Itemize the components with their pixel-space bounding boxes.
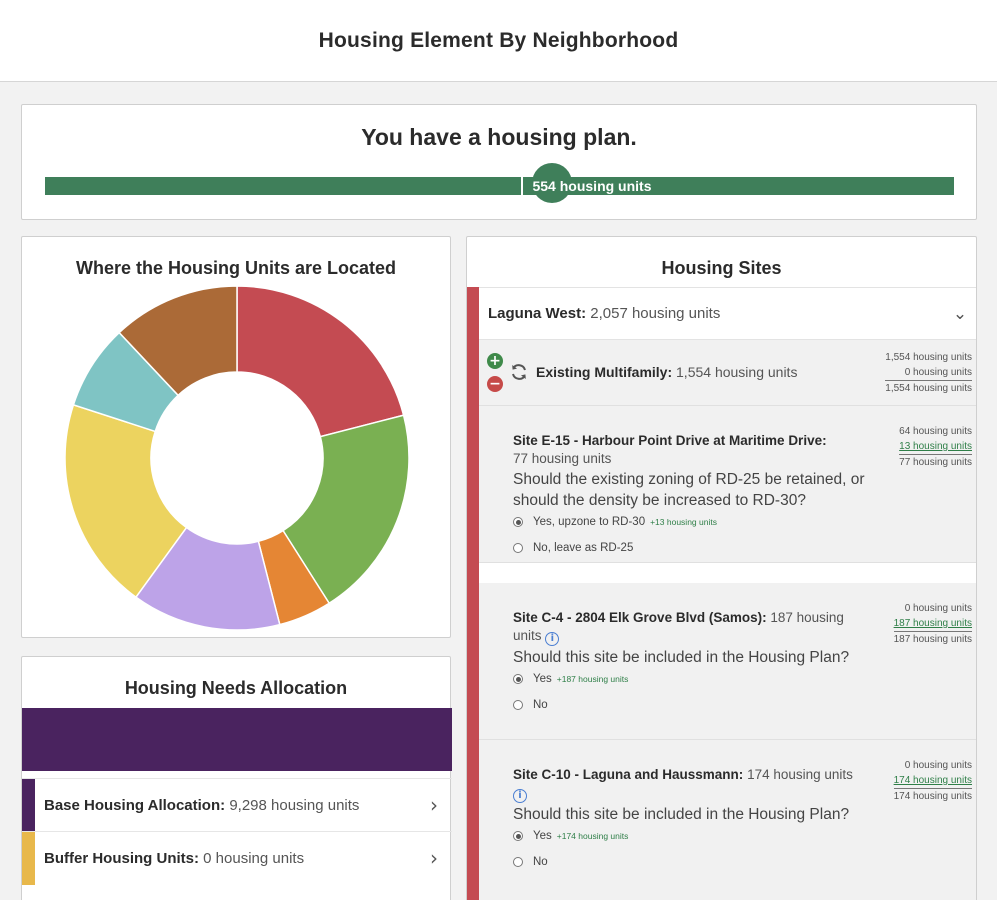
site-card-e15: 64 housing units 13 housing units 77 hou… (479, 406, 976, 563)
buffer-units-label: Buffer Housing Units: (44, 849, 199, 867)
housing-needs-title: Housing Needs Allocation (124, 678, 348, 698)
site-units: 174 housing units (747, 767, 853, 782)
radio-option-no[interactable]: No (513, 856, 548, 868)
buffer-units-swatch (22, 831, 35, 885)
radio-button[interactable] (513, 543, 523, 553)
option-delta: +13 housing units (650, 517, 717, 527)
info-icon[interactable]: i (545, 632, 560, 646)
site-tally: 0 housing units 187 housing units 187 ho… (893, 601, 972, 647)
housing-plan-summary: You have a housing plan. 554 housing uni… (21, 104, 977, 220)
option-label: No (533, 856, 548, 868)
option-label: No, leave as RD-25 (533, 542, 634, 554)
site-question: Should this site be included in the Hous… (513, 649, 850, 666)
housing-needs-bar (22, 708, 452, 771)
tally-existing: 0 housing units (904, 603, 972, 614)
site-name: Site E-15 - Harbour Point Drive at Marit… (513, 433, 827, 448)
tally-existing: 1,554 housing units (885, 352, 972, 363)
base-allocation-value: 9,298 housing units (229, 796, 360, 814)
tally-added[interactable]: 174 housing units (893, 773, 972, 789)
site-question: Should this site be included in the Hous… (513, 806, 850, 823)
site-name: Site C-4 - 2804 Elk Grove Blvd (Samos): (513, 610, 767, 625)
option-delta: +187 housing units (556, 674, 629, 684)
tally-existing: 64 housing units (899, 426, 972, 437)
option-label: No (533, 699, 548, 711)
buffer-units-value: 0 housing units (203, 849, 305, 867)
radio-button[interactable] (513, 700, 523, 710)
tally-total: 174 housing units (893, 791, 972, 802)
radio-option-yes[interactable]: Yes, upzone to RD-30 +13 housing units (513, 516, 717, 528)
radio-option-no[interactable]: No (513, 699, 548, 711)
chevron-right-icon[interactable]: › (424, 793, 444, 817)
housing-sites-card: Housing Sites Laguna West: 2,057 housing… (466, 236, 977, 900)
info-icon[interactable]: i (513, 789, 527, 803)
neighborhood-units: 2,057 housing units (590, 305, 721, 322)
tally-total: 187 housing units (893, 634, 972, 645)
tally-added: 0 housing units (885, 365, 972, 381)
housing-needs-card: Housing Needs Allocation Base Housing Al… (21, 656, 452, 900)
site-card-c4: 0 housing units 187 housing units 187 ho… (479, 583, 976, 740)
radio-button[interactable] (513, 857, 523, 867)
existing-tally: 1,554 housing units 0 housing units 1,55… (885, 350, 972, 396)
site-tally: 64 housing units 13 housing units 77 hou… (899, 424, 972, 470)
option-delta: +174 housing units (556, 831, 629, 841)
tally-added[interactable]: 13 housing units (899, 439, 972, 455)
refresh-icon[interactable] (509, 362, 529, 382)
app-header: Housing Element By Neighborhood (0, 0, 997, 82)
radio-option-no[interactable]: No, leave as RD-25 (513, 542, 633, 554)
neighborhood-row-laguna-west[interactable]: Laguna West: 2,057 housing units ⌄ (479, 287, 976, 340)
site-question: Should the existing zoning of RD-25 be r… (513, 471, 865, 509)
donut-slice-1[interactable] (236, 285, 405, 438)
buffer-units-row[interactable]: Buffer Housing Units: 0 housing units › (22, 831, 452, 885)
neighborhood-name: Laguna West: (488, 305, 587, 322)
site-name: Site C-10 - Laguna and Haussmann: (513, 767, 744, 782)
chevron-down-icon[interactable]: ⌄ (950, 304, 970, 324)
plan-status-title: You have a housing plan. (361, 124, 637, 150)
tally-existing: 0 housing units (904, 760, 972, 771)
base-allocation-label: Base Housing Allocation: (44, 796, 226, 814)
site-card-c10: 0 housing units 174 housing units 174 ho… (479, 740, 976, 900)
tally-added[interactable]: 187 housing units (893, 616, 972, 632)
tally-total: 1,554 housing units (885, 383, 972, 394)
option-label: Yes (533, 673, 552, 685)
option-label: Yes (533, 830, 552, 842)
neighborhood-accent-bar (467, 287, 479, 900)
existing-multifamily-units: 1,554 housing units (676, 364, 798, 380)
minus-icon[interactable]: − (487, 376, 503, 392)
location-chart-card: Where the Housing Units are Located (21, 236, 451, 638)
existing-multifamily-label: Existing Multifamily: (536, 364, 673, 380)
radio-button[interactable] (513, 517, 523, 527)
radio-button[interactable] (513, 831, 523, 841)
tally-total: 77 housing units (899, 457, 972, 468)
page-title: Housing Element By Neighborhood (318, 28, 679, 52)
housing-sites-title: Housing Sites (661, 258, 782, 278)
radio-option-yes[interactable]: Yes +174 housing units (513, 830, 628, 842)
base-allocation-swatch (22, 778, 35, 832)
base-allocation-row[interactable]: Base Housing Allocation: 9,298 housing u… (22, 778, 452, 832)
site-units: 77 housing units (513, 451, 612, 466)
plus-icon[interactable]: + (487, 353, 503, 369)
radio-button[interactable] (513, 674, 523, 684)
option-label: Yes, upzone to RD-30 (533, 516, 646, 528)
site-tally: 0 housing units 174 housing units 174 ho… (893, 758, 972, 804)
progress-label: 554 housing units (532, 178, 652, 194)
radio-option-yes[interactable]: Yes +187 housing units (513, 673, 628, 685)
donut-chart (64, 285, 410, 631)
existing-multifamily-row: + − Existing Multifamily: 1,554 housing … (479, 340, 976, 406)
chevron-right-icon[interactable]: › (424, 846, 444, 870)
